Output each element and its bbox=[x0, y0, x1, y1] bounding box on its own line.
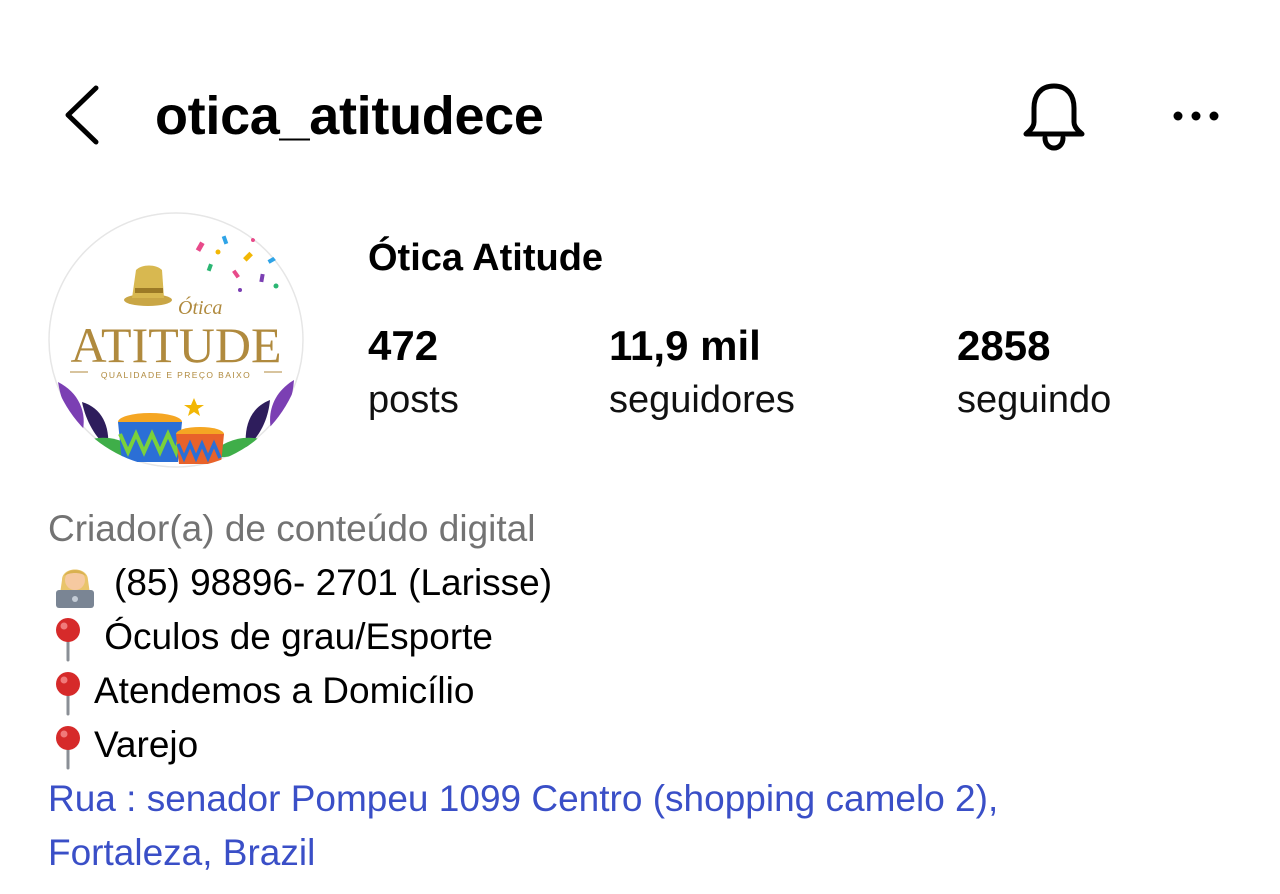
address-line-2: Fortaleza, Brazil bbox=[48, 832, 316, 873]
bio-home-service-text: Atendemos a Domicílio bbox=[94, 670, 475, 711]
bio-line-retail: Varejo bbox=[48, 718, 198, 772]
more-horizontal-icon bbox=[1173, 111, 1219, 121]
logo-wordmark: ATITUDE bbox=[70, 317, 281, 373]
address-line-1: Rua : senador Pompeu 1099 Centro (shoppi… bbox=[48, 778, 999, 819]
profile-category: Criador(a) de conteúdo digital bbox=[48, 508, 536, 549]
logo-small-text: Ótica bbox=[178, 295, 222, 319]
bio-line-phone: (85) 98896- 2701 (Larisse) bbox=[48, 556, 552, 610]
more-options-button[interactable] bbox=[1164, 96, 1228, 136]
bio-line-home-service: Atendemos a Domicílio bbox=[48, 664, 474, 718]
profile-avatar[interactable]: Ótica ATITUDE QUALIDADE E PREÇO BAIXO bbox=[48, 212, 304, 468]
round-pushpin-emoji bbox=[56, 618, 80, 662]
chevron-left-icon bbox=[65, 85, 99, 145]
round-pushpin-emoji bbox=[56, 726, 80, 770]
bio-phone-text: (85) 98896- 2701 (Larisse) bbox=[114, 562, 553, 603]
bio-glasses-text: Óculos de grau/Esporte bbox=[94, 616, 493, 657]
followers-count: 11,9 mil bbox=[609, 322, 761, 369]
profile-username: otica_atitudece bbox=[155, 86, 544, 146]
logo-tagline: QUALIDADE E PREÇO BAIXO bbox=[101, 370, 251, 380]
bio-retail-text: Varejo bbox=[94, 724, 199, 765]
address-link[interactable]: Rua : senador Pompeu 1099 Centro (shoppi… bbox=[48, 772, 1248, 880]
posts-count: 472 bbox=[368, 322, 439, 369]
posts-label: posts bbox=[368, 379, 459, 421]
round-pushpin-emoji bbox=[56, 672, 80, 716]
bio-line-glasses: Óculos de grau/Esporte bbox=[48, 610, 493, 664]
back-button[interactable] bbox=[56, 80, 116, 150]
posts-count-stat[interactable]: 472 posts bbox=[368, 320, 459, 428]
followers-count-stat[interactable]: 11,9 mil seguidores bbox=[609, 320, 795, 428]
profile-display-name: Ótica Atitude bbox=[368, 237, 604, 279]
woman-technologist-emoji bbox=[56, 569, 94, 609]
followers-label: seguidores bbox=[609, 379, 795, 421]
following-count: 2858 bbox=[957, 322, 1051, 369]
notifications-button[interactable] bbox=[1018, 78, 1090, 154]
following-count-stat[interactable]: 2858 seguindo bbox=[957, 320, 1111, 428]
brand-logo-image: Ótica ATITUDE QUALIDADE E PREÇO BAIXO bbox=[48, 212, 304, 468]
bell-icon bbox=[1023, 83, 1085, 151]
following-label: seguindo bbox=[957, 379, 1112, 421]
